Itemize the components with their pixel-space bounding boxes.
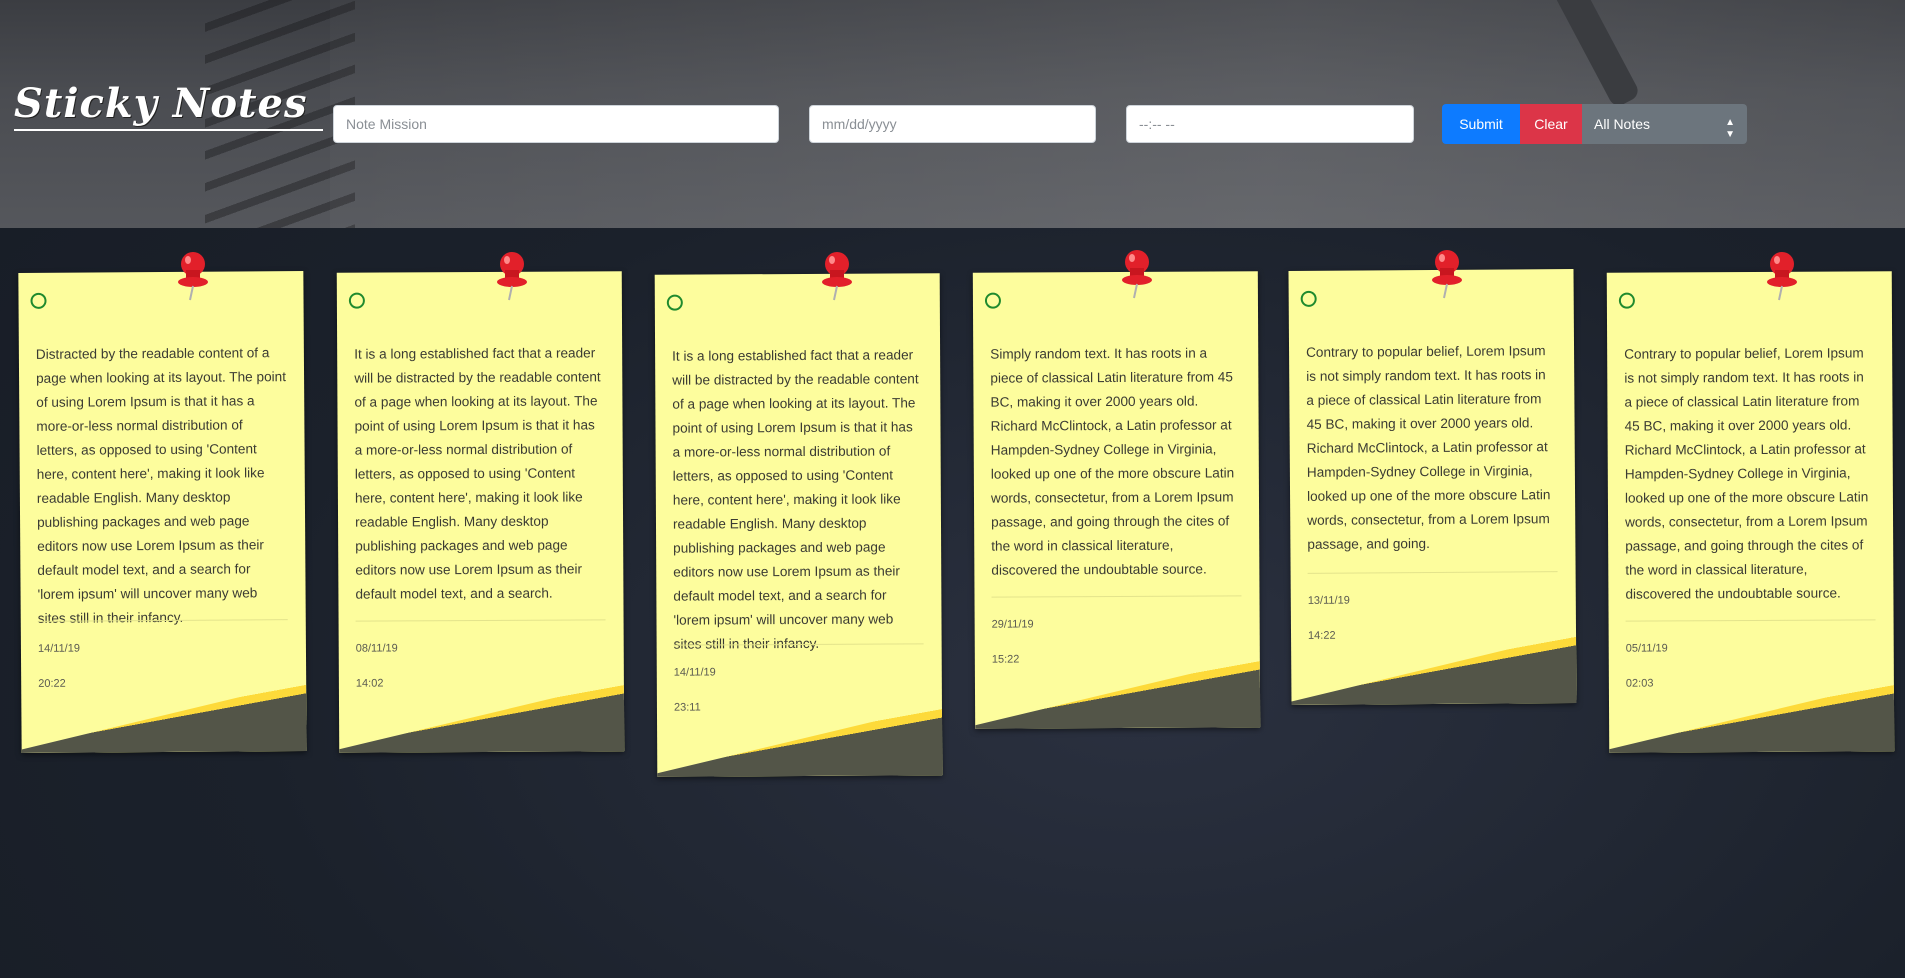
- note-divider: [355, 619, 606, 622]
- push-pin-icon: [1767, 252, 1797, 301]
- submit-button[interactable]: Submit: [1442, 104, 1520, 144]
- sticky-note: Simply random text. It has roots in a pi…: [972, 271, 1261, 729]
- note-time: 23:11: [673, 701, 701, 714]
- note-date: 14/11/19: [673, 666, 716, 679]
- complete-toggle[interactable]: [666, 294, 683, 311]
- push-pin-icon: [822, 252, 852, 301]
- note-mission-input[interactable]: Note Mission: [333, 105, 779, 143]
- note-text: Contrary to popular belief, Lorem Ipsum …: [1306, 343, 1551, 552]
- note-divider: [991, 595, 1242, 598]
- note-date: 14/11/19: [37, 642, 81, 655]
- note-text: Simply random text. It has roots in a pi…: [990, 345, 1235, 578]
- note-date: 13/11/19: [1307, 594, 1350, 607]
- sticky-note: Contrary to popular belief, Lorem Ipsum …: [1606, 271, 1895, 753]
- select-caret-icon: ▲ ▼: [1725, 117, 1735, 140]
- push-pin-icon: [1432, 250, 1462, 299]
- push-pin-icon: [497, 252, 527, 301]
- app-title: Sticky Notes: [14, 80, 324, 131]
- complete-toggle[interactable]: [348, 292, 365, 309]
- sticky-note: Contrary to popular belief, Lorem Ipsum …: [1288, 269, 1577, 705]
- note-divider: [1625, 619, 1876, 622]
- complete-toggle[interactable]: [1618, 292, 1635, 309]
- page-curl: [21, 681, 306, 753]
- note-time: 02:03: [1625, 677, 1654, 690]
- notes-filter-value: All Notes: [1594, 116, 1651, 132]
- notes-filter-select[interactable]: All Notes ▲ ▼: [1582, 104, 1747, 144]
- note-time: 15:22: [991, 653, 1020, 666]
- note-text: Distracted by the readable content of a …: [35, 345, 287, 626]
- push-pin-icon: [178, 252, 208, 301]
- note-text: It is a long established fact that a rea…: [672, 347, 919, 652]
- date-input[interactable]: mm/dd/yyyy: [809, 105, 1096, 143]
- page-curl: [975, 657, 1260, 728]
- note-time: 14:22: [1307, 629, 1336, 642]
- page-curl: [339, 681, 624, 752]
- sticky-note: It is a long established fact that a rea…: [336, 271, 625, 753]
- note-time: 20:22: [38, 677, 66, 690]
- note-text: Contrary to popular belief, Lorem Ipsum …: [1624, 345, 1869, 602]
- time-input[interactable]: --:-- --: [1126, 105, 1414, 143]
- sticky-note: Distracted by the readable content of a …: [18, 271, 307, 753]
- note-divider: [1307, 571, 1558, 574]
- note-time: 14:02: [355, 677, 384, 690]
- complete-toggle[interactable]: [1300, 290, 1317, 307]
- complete-toggle[interactable]: [984, 292, 1001, 309]
- page-curl: [1291, 633, 1576, 705]
- note-text: It is a long established fact that a rea…: [354, 345, 601, 602]
- sticky-note: It is a long established fact that a rea…: [654, 273, 943, 777]
- clear-button[interactable]: Clear: [1520, 104, 1582, 144]
- page-curl: [657, 705, 942, 776]
- complete-toggle[interactable]: [30, 292, 47, 309]
- page-curl: [1609, 681, 1894, 752]
- note-date: 29/11/19: [991, 618, 1034, 631]
- push-pin-icon: [1122, 250, 1152, 299]
- note-date: 08/11/19: [355, 642, 398, 655]
- note-date: 05/11/19: [1625, 642, 1668, 655]
